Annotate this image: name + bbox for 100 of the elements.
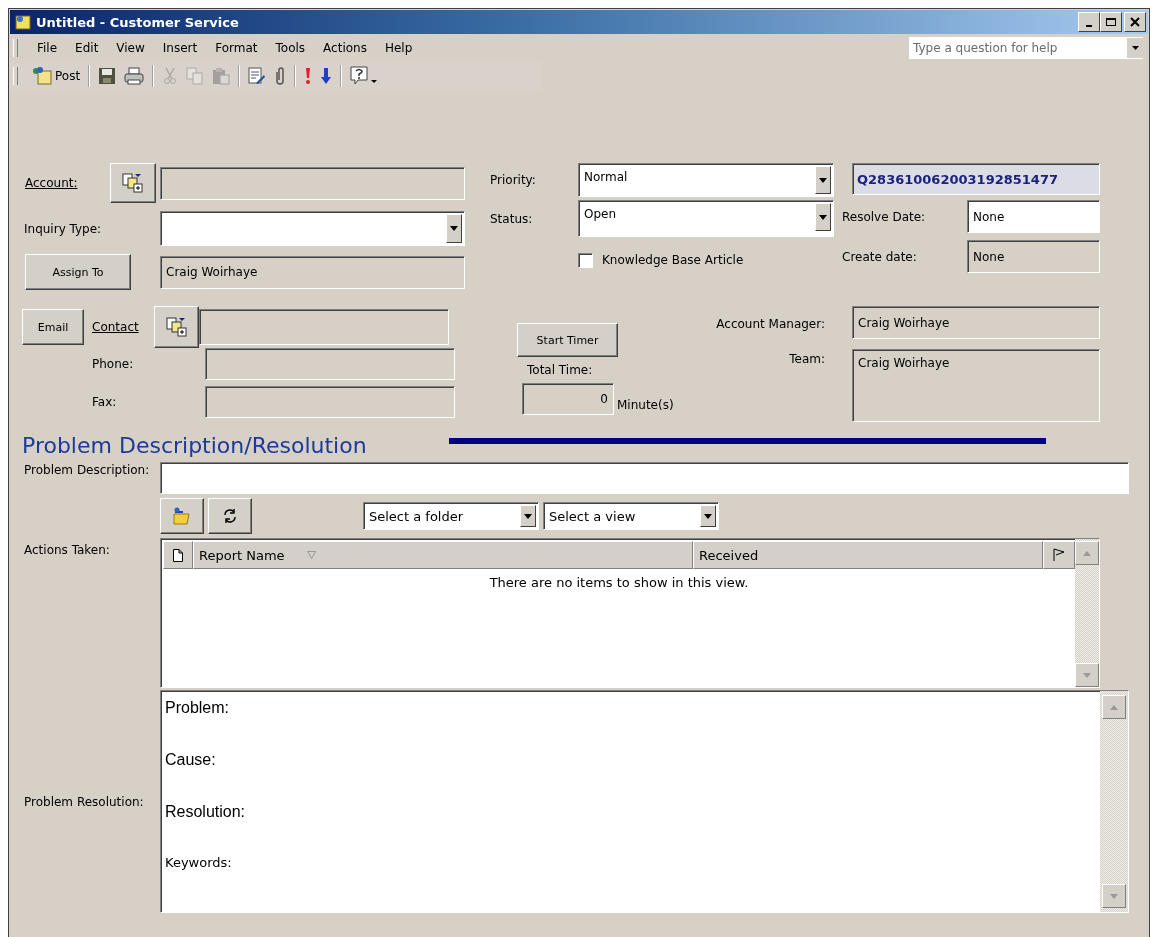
- documents-plus-icon: [121, 172, 145, 194]
- menu-item[interactable]: Insert: [153, 41, 207, 55]
- folder-icon: [171, 506, 193, 526]
- menu-item[interactable]: Edit: [66, 41, 108, 55]
- create-date-field[interactable]: None: [967, 240, 1100, 273]
- down-arrow-icon: [1083, 672, 1091, 678]
- document-icon: [173, 548, 183, 562]
- note-icon: [32, 66, 54, 86]
- up-arrow-icon: [1110, 704, 1118, 710]
- total-time-label: Total Time:: [527, 363, 593, 377]
- team-label: Team:: [789, 351, 826, 366]
- inquiry-type-label: Inquiry Type:: [23, 221, 103, 236]
- menu-item[interactable]: Help: [375, 41, 422, 55]
- minimize-icon: [1086, 25, 1092, 27]
- menu-item[interactable]: Format: [206, 41, 267, 55]
- fax-field[interactable]: [205, 386, 455, 418]
- account-lookup-button[interactable]: [110, 163, 156, 203]
- status-label: Status:: [490, 211, 534, 226]
- phone-field[interactable]: [205, 348, 455, 380]
- help-search-field[interactable]: Type a question for help: [909, 37, 1143, 59]
- knowledge-base-label: Knowledge Base Article: [602, 253, 744, 267]
- section-heading: Problem Description/Resolution: [22, 432, 367, 458]
- resolve-date-label: Resolve Date:: [842, 209, 927, 224]
- scrollbar[interactable]: [1100, 691, 1128, 912]
- up-arrow-icon: [1083, 550, 1091, 556]
- scissors-icon: [162, 67, 179, 85]
- empty-list-message: There are no items to show in this view.: [489, 575, 749, 592]
- menu-grip: [13, 39, 18, 57]
- toolbar-grip: [13, 67, 18, 85]
- copy-icon: [186, 67, 205, 85]
- exclamation-icon: [304, 67, 313, 85]
- template-line: Cause:: [165, 751, 217, 770]
- scroll-up-button[interactable]: [1075, 541, 1099, 565]
- new-item-button[interactable]: [160, 498, 204, 534]
- maximize-button[interactable]: [1100, 12, 1122, 32]
- problem-description-field[interactable]: [160, 462, 1129, 494]
- printer-icon: [124, 67, 145, 85]
- sort-icon: [306, 551, 316, 559]
- app-icon: [14, 13, 32, 31]
- minutes-label: Minute(s): [617, 398, 674, 412]
- assign-to-button[interactable]: Assign To: [25, 254, 131, 290]
- minimize-button[interactable]: [1078, 12, 1100, 32]
- resolve-date-field[interactable]: None: [967, 200, 1100, 233]
- problem-description-label: Problem Description:: [23, 462, 151, 478]
- problem-resolution-field[interactable]: Problem: Cause: Resolution: Keywords:: [160, 690, 1129, 913]
- paste-icon: [212, 67, 231, 85]
- flag-icon: [1053, 548, 1065, 562]
- menu-item[interactable]: Actions: [314, 41, 376, 55]
- account-manager-label: Account Manager:: [716, 316, 826, 331]
- column-header[interactable]: Report Name: [193, 541, 693, 569]
- checkbox[interactable]: [578, 252, 593, 268]
- ticket-number-field: Q283610062003192851477: [852, 163, 1100, 195]
- actions-taken-label: Actions Taken:: [23, 542, 111, 558]
- down-arrow-icon: [320, 67, 333, 85]
- window-title: Untitled - Customer Service: [36, 14, 239, 30]
- problem-resolution-label: Problem Resolution:: [23, 793, 145, 810]
- view-dropdown[interactable]: Select a view: [543, 502, 719, 530]
- refresh-button[interactable]: [208, 498, 252, 534]
- contact-lookup-button[interactable]: [154, 306, 199, 348]
- help-icon: [350, 66, 379, 86]
- status-dropdown[interactable]: Open: [578, 200, 834, 237]
- close-icon: [1129, 17, 1141, 27]
- phone-label: Phone:: [91, 357, 135, 371]
- inquiry-type-dropdown[interactable]: [160, 211, 465, 246]
- refresh-icon: [222, 508, 238, 524]
- menu-item[interactable]: Tools: [266, 41, 315, 55]
- caret-icon: [819, 177, 827, 183]
- caret-icon: [524, 513, 532, 519]
- priority-dropdown[interactable]: Normal: [578, 163, 834, 197]
- menu-item[interactable]: View: [107, 41, 154, 55]
- scroll-up-button[interactable]: [1102, 695, 1126, 719]
- priority-label: Priority:: [490, 173, 537, 187]
- paperclip-icon: [274, 67, 287, 85]
- post-button[interactable]: Post: [28, 63, 85, 89]
- column-header[interactable]: Received: [693, 541, 1043, 569]
- documents-plus-icon: [164, 316, 189, 338]
- total-time-field: 0: [522, 383, 614, 415]
- email-button[interactable]: Email: [22, 309, 84, 345]
- account-field[interactable]: [160, 166, 465, 200]
- fax-label: Fax:: [91, 395, 118, 409]
- scroll-down-button[interactable]: [1102, 884, 1126, 908]
- scroll-down-button[interactable]: [1075, 663, 1099, 687]
- contact-link[interactable]: Contact: [92, 320, 154, 334]
- column-header[interactable]: [163, 541, 193, 569]
- account-link[interactable]: Account:: [22, 176, 108, 190]
- close-button[interactable]: [1124, 12, 1146, 32]
- assign-to-field[interactable]: Craig Woirhaye: [160, 255, 465, 289]
- scrollbar[interactable]: [1075, 539, 1099, 687]
- template-line: Keywords:: [165, 855, 233, 870]
- document-pen-icon: [248, 67, 267, 85]
- caret-icon: [450, 226, 458, 231]
- menu-item[interactable]: File: [28, 41, 67, 55]
- contact-field[interactable]: [199, 309, 449, 345]
- template-line: Resolution:: [165, 803, 247, 822]
- start-timer-button[interactable]: Start Timer: [517, 323, 618, 357]
- template-line: Problem:: [165, 699, 231, 718]
- folder-dropdown[interactable]: Select a folder: [363, 502, 539, 530]
- team-field: Craig Woirhaye: [852, 349, 1100, 422]
- column-title: Report Name: [199, 547, 285, 563]
- caret-icon: [704, 513, 712, 519]
